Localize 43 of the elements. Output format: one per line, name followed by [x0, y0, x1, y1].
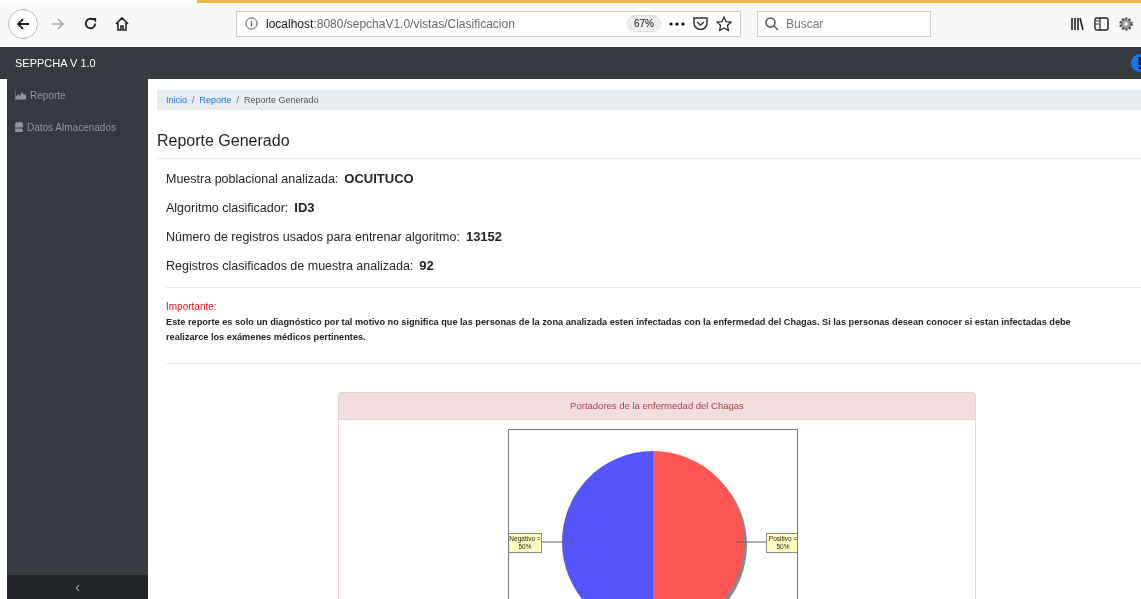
collapse-button[interactable]: ‹	[7, 575, 148, 599]
info-icon	[245, 17, 258, 30]
notice-text: Este reporte es solo un diagnóstico por tal motivo no significa que las personas de la zona analizada esten infectadas con la enfermedad del Chagas. Si las personas desean conocer si estan infectadas debe	[166, 316, 1072, 329]
star-icon[interactable]	[716, 15, 732, 32]
brand-title[interactable]: SEPPCHA V 1.0	[15, 57, 96, 69]
search-icon	[765, 16, 779, 31]
sidebar-icon[interactable]	[1094, 16, 1109, 31]
breadcrumb-separator: /	[192, 95, 195, 105]
field-label: Algoritmo clasificador:	[166, 201, 289, 215]
forward-icon	[50, 15, 66, 32]
more-icon[interactable]	[669, 21, 685, 26]
pocket-icon[interactable]	[693, 16, 708, 31]
zoom-badge[interactable]: 67%	[627, 15, 661, 32]
field-value: 92	[419, 258, 434, 273]
breadcrumb-link[interactable]: Inicio	[166, 95, 187, 105]
sidebar-item[interactable]: Reporte	[7, 79, 148, 111]
address-bar[interactable]: localhost:8080/sepchaV1.0/vistas/Clasificacion 67%	[236, 10, 741, 37]
page-title: Reporte Generado	[157, 132, 1141, 159]
notice-text: realizarce los exámenes médicos pertinentes.	[166, 331, 367, 344]
breadcrumb-separator: /	[236, 95, 240, 105]
reload-icon	[82, 16, 98, 31]
search-field[interactable]: Buscar	[757, 10, 931, 37]
back-icon	[15, 15, 31, 32]
home-icon	[114, 15, 130, 32]
field-label: Número de registros usados para entrenar algoritmo:	[166, 230, 460, 244]
library-icon[interactable]	[1070, 16, 1084, 31]
field-value: OCUITUCO	[344, 171, 414, 186]
field-value: 13152	[465, 229, 503, 244]
field-value: ID3	[294, 200, 315, 215]
breadcrumb-current: Reporte Generado	[244, 95, 319, 105]
chart-icon	[15, 90, 26, 100]
breadcrumb-link[interactable]: Reporte	[199, 95, 232, 105]
leader-line	[735, 541, 767, 543]
gear-icon[interactable]	[1119, 16, 1133, 31]
sidebar-item[interactable]: Datos Almacenados	[7, 111, 148, 143]
chart-title: Portadores de la enfermedad del Chagas	[339, 393, 975, 420]
field-label: Registros clasificados de muestra analizada:	[166, 259, 414, 273]
field-label: Muestra poblacional analizada:	[166, 172, 339, 186]
database-icon	[15, 122, 23, 132]
url-text: localhost:8080/sepchaV1.0/vistas/Clasificacion	[266, 16, 515, 31]
leader-line	[539, 541, 571, 543]
back-button[interactable]	[8, 8, 38, 39]
notice-heading: Importante:	[166, 301, 218, 312]
